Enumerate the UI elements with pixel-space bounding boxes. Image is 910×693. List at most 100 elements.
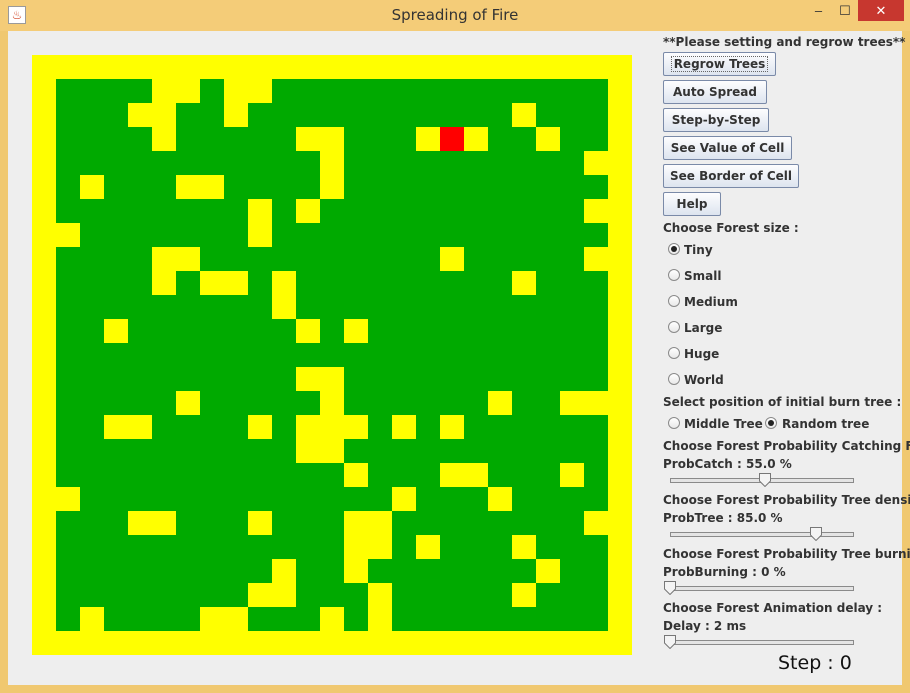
radio-medium-label[interactable]: Medium xyxy=(684,295,738,309)
radio-large[interactable] xyxy=(668,321,680,333)
help-button[interactable]: Help xyxy=(663,192,721,216)
tree-cell xyxy=(536,463,560,487)
radio-tiny-label[interactable]: Tiny xyxy=(684,243,713,257)
density-slider-track[interactable] xyxy=(670,532,854,537)
empty-cell xyxy=(200,607,224,631)
empty-cell xyxy=(512,631,536,655)
empty-cell xyxy=(608,199,632,223)
radio-middle-tree[interactable] xyxy=(668,417,680,429)
tree-cell xyxy=(248,607,272,631)
tree-cell xyxy=(464,271,488,295)
tree-cell xyxy=(488,199,512,223)
density-slider-thumb[interactable] xyxy=(810,527,823,541)
radio-world[interactable] xyxy=(668,373,680,385)
tree-cell xyxy=(488,151,512,175)
tree-cell xyxy=(152,415,176,439)
empty-cell xyxy=(272,271,296,295)
empty-cell xyxy=(152,79,176,103)
tree-cell xyxy=(416,439,440,463)
radio-random-tree[interactable] xyxy=(765,417,777,429)
tree-cell xyxy=(416,583,440,607)
tree-cell xyxy=(560,511,584,535)
empty-cell xyxy=(248,223,272,247)
close-button[interactable]: ✕ xyxy=(858,0,904,21)
empty-cell xyxy=(32,103,56,127)
tree-cell xyxy=(248,295,272,319)
tree-cell xyxy=(272,79,296,103)
delay-slider-track[interactable] xyxy=(670,640,854,645)
tree-cell xyxy=(392,463,416,487)
empty-cell xyxy=(608,631,632,655)
tree-cell xyxy=(512,199,536,223)
radio-world-label[interactable]: World xyxy=(684,373,724,387)
catch-slider-thumb[interactable] xyxy=(758,473,771,487)
tree-cell xyxy=(560,607,584,631)
tree-cell xyxy=(176,559,200,583)
radio-huge-label[interactable]: Huge xyxy=(684,347,719,361)
auto-spread-button[interactable]: Auto Spread xyxy=(663,80,767,104)
radio-medium[interactable] xyxy=(668,295,680,307)
empty-cell xyxy=(440,631,464,655)
tree-cell xyxy=(368,247,392,271)
tree-cell xyxy=(176,487,200,511)
tree-cell xyxy=(272,535,296,559)
empty-cell xyxy=(440,463,464,487)
tree-cell xyxy=(200,559,224,583)
window-title: Spreading of Fire xyxy=(391,6,519,24)
step-by-step-button[interactable]: Step-by-Step xyxy=(663,108,769,132)
empty-cell xyxy=(176,175,200,199)
radio-large-label[interactable]: Large xyxy=(684,321,722,335)
tree-cell xyxy=(272,175,296,199)
minimize-button[interactable]: – xyxy=(805,0,832,21)
forest-grid[interactable] xyxy=(32,55,632,655)
radio-huge[interactable] xyxy=(668,347,680,359)
tree-cell xyxy=(344,583,368,607)
tree-cell xyxy=(584,559,608,583)
empty-cell xyxy=(272,559,296,583)
tree-cell xyxy=(584,295,608,319)
tree-cell xyxy=(440,175,464,199)
tree-cell xyxy=(368,559,392,583)
tree-cell xyxy=(80,439,104,463)
tree-cell xyxy=(224,559,248,583)
tree-cell xyxy=(440,79,464,103)
tree-cell xyxy=(536,391,560,415)
radio-small-label[interactable]: Small xyxy=(684,269,721,283)
empty-cell xyxy=(200,631,224,655)
tree-cell xyxy=(512,391,536,415)
tree-cell xyxy=(320,103,344,127)
tree-cell xyxy=(128,487,152,511)
regrow-trees-button[interactable]: Regrow Trees xyxy=(663,52,776,76)
radio-random-tree-label[interactable]: Random tree xyxy=(782,417,869,431)
tree-cell xyxy=(200,487,224,511)
tree-cell xyxy=(416,367,440,391)
tree-cell xyxy=(56,79,80,103)
radio-middle-tree-label[interactable]: Middle Tree xyxy=(684,417,763,431)
tree-cell xyxy=(176,511,200,535)
tree-cell xyxy=(152,559,176,583)
maximize-button[interactable]: ☐ xyxy=(832,0,858,21)
tree-cell xyxy=(584,583,608,607)
see-border-of-cell-button[interactable]: See Border of Cell xyxy=(663,164,799,188)
tree-cell xyxy=(176,223,200,247)
radio-tiny[interactable] xyxy=(668,243,680,255)
tree-cell xyxy=(320,463,344,487)
tree-cell xyxy=(272,439,296,463)
delay-slider-thumb[interactable] xyxy=(664,635,676,649)
burning-slider-track[interactable] xyxy=(670,586,854,591)
empty-cell xyxy=(608,391,632,415)
tree-cell xyxy=(248,439,272,463)
tree-cell xyxy=(272,415,296,439)
tree-cell xyxy=(56,271,80,295)
tree-cell xyxy=(56,199,80,223)
empty-cell xyxy=(32,415,56,439)
tree-cell xyxy=(536,247,560,271)
radio-small[interactable] xyxy=(668,269,680,281)
tree-cell xyxy=(560,175,584,199)
tree-cell xyxy=(488,463,512,487)
burning-slider-thumb[interactable] xyxy=(664,581,676,595)
tree-cell xyxy=(344,247,368,271)
empty-cell xyxy=(488,55,512,79)
see-value-of-cell-button[interactable]: See Value of Cell xyxy=(663,136,792,160)
tree-cell xyxy=(560,319,584,343)
